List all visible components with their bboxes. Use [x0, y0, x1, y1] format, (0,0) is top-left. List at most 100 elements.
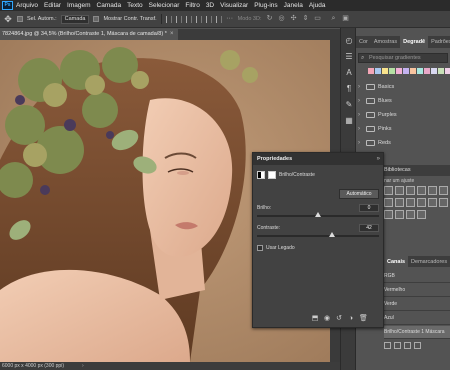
- gradient-swatch[interactable]: [368, 68, 374, 74]
- transform-controls-checkbox[interactable]: [93, 16, 100, 22]
- view-previous-icon[interactable]: ◉: [323, 315, 331, 323]
- mask-icon[interactable]: [268, 171, 276, 179]
- history-icon[interactable]: ◴: [344, 36, 354, 46]
- menu-texto[interactable]: Texto: [127, 2, 143, 9]
- vibrance-icon[interactable]: [428, 186, 437, 195]
- collapse-icon[interactable]: »: [377, 153, 380, 165]
- rotate-3d-icon[interactable]: ↻: [266, 15, 274, 23]
- gradient-swatch[interactable]: [438, 68, 444, 74]
- gradient-map-icon[interactable]: [406, 210, 415, 219]
- photoshop-logo[interactable]: Ps: [2, 1, 13, 10]
- gradient-swatch[interactable]: [417, 68, 423, 74]
- channel-row-red[interactable]: Vermelho: [384, 284, 450, 297]
- gradient-swatch[interactable]: [445, 68, 450, 74]
- gradient-folder-purples[interactable]: › Purples: [358, 108, 450, 122]
- auto-select-checkbox[interactable]: [17, 16, 23, 22]
- align-center-icon[interactable]: [175, 15, 182, 23]
- brightness-slider-thumb[interactable]: [315, 212, 321, 217]
- properties-panel-icon[interactable]: ☰: [344, 52, 354, 62]
- gradient-swatch[interactable]: [403, 68, 409, 74]
- search-icon[interactable]: ⌕: [330, 15, 338, 23]
- tab-canais[interactable]: Canais: [384, 256, 409, 267]
- gradient-search-input[interactable]: ⌕ Pesquisar gradientes: [358, 53, 448, 63]
- contrast-slider-thumb[interactable]: [328, 232, 335, 237]
- menu-3d[interactable]: 3D: [206, 2, 214, 9]
- properties-title[interactable]: Propriedades: [253, 153, 383, 165]
- menu-arquivo[interactable]: Arquivo: [16, 2, 38, 9]
- levels-icon[interactable]: [395, 186, 404, 195]
- contrast-slider[interactable]: [257, 232, 379, 237]
- menu-visualizar[interactable]: Visualizar: [220, 2, 248, 9]
- tab-degrade[interactable]: Degradê: [400, 36, 429, 48]
- color-balance-icon[interactable]: [384, 198, 393, 207]
- tab-cor[interactable]: Cor: [356, 36, 371, 48]
- posterize-icon[interactable]: [384, 210, 393, 219]
- gradient-swatch[interactable]: [431, 68, 437, 74]
- black-white-icon[interactable]: [395, 198, 404, 207]
- channel-row-rgb[interactable]: RGB: [384, 270, 450, 283]
- close-icon[interactable]: ×: [170, 29, 174, 40]
- character-icon[interactable]: A: [344, 68, 354, 78]
- tab-demarcadores[interactable]: Demarcadores: [408, 256, 450, 267]
- trash-icon[interactable]: 🗑: [359, 315, 368, 323]
- menu-selecionar[interactable]: Selecionar: [149, 2, 180, 9]
- save-selection-icon[interactable]: [394, 342, 401, 349]
- brightness-slider[interactable]: [257, 212, 379, 217]
- video-camera-icon[interactable]: ▭: [314, 15, 322, 23]
- load-selection-icon[interactable]: [384, 342, 391, 349]
- trash-icon[interactable]: [414, 342, 421, 349]
- legacy-option[interactable]: Usar Legado: [257, 245, 295, 251]
- hue-saturation-icon[interactable]: [439, 186, 448, 195]
- menu-camada[interactable]: Camada: [97, 2, 122, 9]
- photo-filter-icon[interactable]: [406, 198, 415, 207]
- selective-color-icon[interactable]: [417, 210, 426, 219]
- menu-janela[interactable]: Janela: [284, 2, 303, 9]
- workspace-icon[interactable]: ▣: [342, 15, 350, 23]
- gradient-swatch[interactable]: [424, 68, 430, 74]
- gradient-folder-blues[interactable]: › Blues: [358, 94, 450, 108]
- color-lookup-icon[interactable]: [428, 198, 437, 207]
- menu-plugins[interactable]: Plug-ins: [254, 2, 277, 9]
- gradient-folder-pinks[interactable]: › Pinks: [358, 122, 450, 136]
- channel-mixer-icon[interactable]: [417, 198, 426, 207]
- gradient-folder-reds[interactable]: › Reds: [358, 136, 450, 150]
- gradient-swatch[interactable]: [410, 68, 416, 74]
- gradient-folder-basics[interactable]: › Basics: [358, 80, 450, 94]
- tab-padroes[interactable]: Padrões: [428, 36, 450, 48]
- exposure-icon[interactable]: [417, 186, 426, 195]
- reset-icon[interactable]: ↺: [335, 315, 343, 323]
- legacy-checkbox[interactable]: [257, 245, 263, 251]
- visibility-eye-icon[interactable]: ◑: [347, 315, 355, 323]
- channel-row-blue[interactable]: Azul: [384, 312, 450, 325]
- align-left-icon[interactable]: [165, 15, 172, 23]
- gradient-swatch[interactable]: [382, 68, 388, 74]
- brush-icon[interactable]: ✎: [344, 100, 354, 110]
- slide-3d-icon[interactable]: ⇕: [302, 15, 310, 23]
- menu-filtro[interactable]: Filtro: [185, 2, 199, 9]
- align-top-icon[interactable]: [195, 15, 202, 23]
- roll-3d-icon[interactable]: ◎: [278, 15, 286, 23]
- invert-icon[interactable]: [439, 198, 448, 207]
- document-tab[interactable]: 7824864.jpg @ 34,5% (Brilho/Contraste 1,…: [0, 29, 178, 40]
- tab-amostras[interactable]: Amostras: [371, 36, 400, 48]
- pan-3d-icon[interactable]: ✣: [290, 15, 298, 23]
- auto-button[interactable]: Automático: [339, 189, 379, 199]
- threshold-icon[interactable]: [395, 210, 404, 219]
- channel-row-green[interactable]: Verde: [384, 298, 450, 311]
- layer-select-dropdown[interactable]: Camada: [60, 14, 90, 24]
- brightness-contrast-icon[interactable]: [384, 186, 393, 195]
- clip-to-layer-icon[interactable]: ⬒: [311, 315, 319, 323]
- align-bottom-icon[interactable]: [215, 15, 222, 23]
- brightness-value-input[interactable]: 0: [359, 204, 379, 212]
- gradient-swatch[interactable]: [396, 68, 402, 74]
- brightness-contrast-icon[interactable]: [257, 171, 265, 179]
- align-right-icon[interactable]: [185, 15, 192, 23]
- move-tool-icon[interactable]: ✥: [3, 14, 13, 24]
- swatches-icon[interactable]: ▦: [344, 116, 354, 126]
- status-arrow-icon[interactable]: ›: [82, 362, 84, 370]
- menu-imagem[interactable]: Imagem: [67, 2, 90, 9]
- paragraph-icon[interactable]: ¶: [344, 84, 354, 94]
- align-middle-icon[interactable]: [205, 15, 212, 23]
- new-channel-icon[interactable]: [404, 342, 411, 349]
- gradient-swatch[interactable]: [375, 68, 381, 74]
